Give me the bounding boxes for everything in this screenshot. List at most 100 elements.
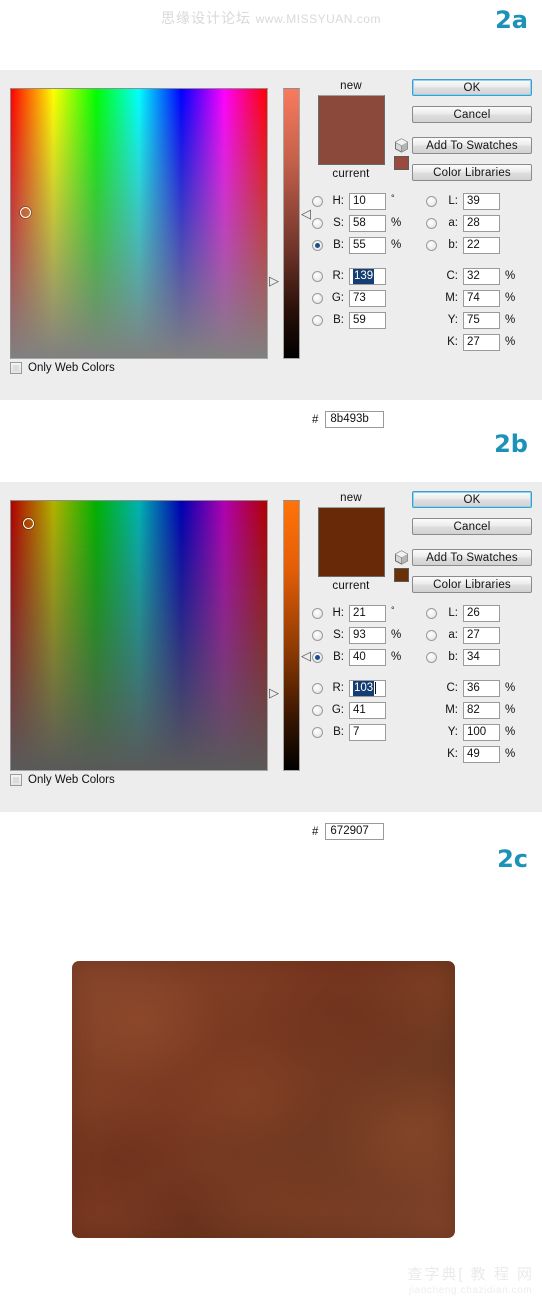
cancel-button-b[interactable]: Cancel <box>412 518 532 535</box>
brightness-slider-b[interactable] <box>283 500 300 771</box>
radio-l-b[interactable] <box>426 607 437 619</box>
brightness-slider-a[interactable] <box>283 88 300 359</box>
input-r-b[interactable]: 103 <box>349 679 386 697</box>
input-y-b[interactable]: 100 <box>463 723 500 741</box>
field-row-c-b[interactable]: C: 36 % <box>426 677 515 699</box>
radio-b-b[interactable] <box>312 651 323 663</box>
input-h-b[interactable]: 21 <box>349 604 386 622</box>
input-s-a[interactable]: 58 <box>349 214 386 232</box>
field-row-blab-a[interactable]: b: 22 <box>426 234 515 256</box>
radio-g-b[interactable] <box>312 704 323 716</box>
radio-g-a[interactable] <box>312 292 323 304</box>
web-safe-cube-icon-a[interactable] <box>394 138 409 153</box>
input-alab-a[interactable]: 28 <box>463 214 500 232</box>
radio-blab-b[interactable] <box>426 651 437 663</box>
input-y-a[interactable]: 75 <box>463 311 500 329</box>
field-row-k-a[interactable]: K: 27 % <box>426 331 515 353</box>
color-field-b[interactable] <box>10 500 268 771</box>
field-row-g-a[interactable]: G: 73 <box>312 287 401 309</box>
color-field-a[interactable] <box>10 88 268 359</box>
radio-s-a[interactable] <box>312 217 323 229</box>
input-h-a[interactable]: 10 <box>349 192 386 210</box>
radio-h-a[interactable] <box>312 195 323 207</box>
radio-alab-b[interactable] <box>426 629 437 641</box>
field-row-blab-b[interactable]: b: 34 <box>426 646 515 668</box>
field-row-bb-a[interactable]: B: 59 <box>312 309 401 331</box>
web-safe-color-swatch-b[interactable] <box>393 568 409 582</box>
radio-blab-a[interactable] <box>426 239 437 251</box>
input-blab-b[interactable]: 34 <box>463 648 500 666</box>
new-color-swatch-a[interactable] <box>317 95 385 165</box>
radio-l-a[interactable] <box>426 195 437 207</box>
input-l-b[interactable]: 26 <box>463 604 500 622</box>
field-row-h-a[interactable]: H: 10 ° <box>312 190 401 212</box>
radio-h-b[interactable] <box>312 607 323 619</box>
input-c-b[interactable]: 36 <box>463 679 500 697</box>
field-row-alab-a[interactable]: a: 28 <box>426 212 515 234</box>
only-web-colors-checkbox-b[interactable] <box>10 774 22 786</box>
add-to-swatches-button-a[interactable]: Add To Swatches <box>412 137 532 154</box>
field-row-y-a[interactable]: Y: 75 % <box>426 309 515 331</box>
radio-alab-a[interactable] <box>426 217 437 229</box>
field-row-h-b[interactable]: H: 21 ° <box>312 602 401 624</box>
input-r-a[interactable]: 139 <box>349 267 386 285</box>
input-c-a[interactable]: 32 <box>463 267 500 285</box>
ok-button-a[interactable]: OK <box>412 79 532 96</box>
field-row-l-a[interactable]: L: 39 <box>426 190 515 212</box>
hex-input-b[interactable]: 672907 <box>325 823 385 840</box>
hex-hash-label-a: # <box>312 413 319 426</box>
slider-thumb-arrow-b[interactable]: ◁ <box>301 650 311 663</box>
label-c-a: C: <box>446 270 459 282</box>
web-safe-color-swatch-a[interactable] <box>393 156 409 170</box>
radio-bb-b[interactable] <box>312 726 323 738</box>
new-color-swatch-b[interactable] <box>317 507 385 577</box>
field-row-alab-b[interactable]: a: 27 <box>426 624 515 646</box>
field-row-s-b[interactable]: S: 93 % <box>312 624 401 646</box>
field-row-s-a[interactable]: S: 58 % <box>312 212 401 234</box>
only-web-colors-row-a[interactable]: Only Web Colors <box>10 362 115 374</box>
radio-bb-a[interactable] <box>312 314 323 326</box>
color-libraries-button-a[interactable]: Color Libraries <box>412 164 532 181</box>
only-web-colors-row-b[interactable]: Only Web Colors <box>10 774 115 786</box>
input-l-a[interactable]: 39 <box>463 192 500 210</box>
input-bb-b[interactable]: 7 <box>349 723 386 741</box>
radio-r-a[interactable] <box>312 270 323 282</box>
ok-button-b[interactable]: OK <box>412 491 532 508</box>
input-g-b[interactable]: 41 <box>349 701 386 719</box>
input-blab-a[interactable]: 22 <box>463 236 500 254</box>
web-safe-cube-icon-b[interactable] <box>394 550 409 565</box>
field-row-b-b[interactable]: B: 40 % <box>312 646 401 668</box>
only-web-colors-checkbox-a[interactable] <box>10 362 22 374</box>
input-k-b[interactable]: 49 <box>463 745 500 763</box>
input-k-a[interactable]: 27 <box>463 333 500 351</box>
field-row-m-b[interactable]: M: 82 % <box>426 699 515 721</box>
input-s-b[interactable]: 93 <box>349 626 386 644</box>
add-to-swatches-button-b[interactable]: Add To Swatches <box>412 549 532 566</box>
field-row-c-a[interactable]: C: 32 % <box>426 265 515 287</box>
color-field-gradient-b[interactable] <box>11 501 267 770</box>
field-row-m-a[interactable]: M: 74 % <box>426 287 515 309</box>
input-b-b[interactable]: 40 <box>349 648 386 666</box>
color-libraries-button-b[interactable]: Color Libraries <box>412 576 532 593</box>
field-row-k-b[interactable]: K: 49 % <box>426 743 515 765</box>
slider-thumb-arrow-a[interactable]: ◁ <box>301 208 311 221</box>
field-row-l-b[interactable]: L: 26 <box>426 602 515 624</box>
field-row-r-a[interactable]: R: 139 <box>312 265 401 287</box>
field-row-y-b[interactable]: Y: 100 % <box>426 721 515 743</box>
radio-s-b[interactable] <box>312 629 323 641</box>
input-bb-a[interactable]: 59 <box>349 311 386 329</box>
input-g-a[interactable]: 73 <box>349 289 386 307</box>
field-row-bb-b[interactable]: B: 7 <box>312 721 401 743</box>
input-m-b[interactable]: 82 <box>463 701 500 719</box>
color-field-gradient-a[interactable] <box>11 89 267 358</box>
field-row-g-b[interactable]: G: 41 <box>312 699 401 721</box>
field-row-b-a[interactable]: B: 55 % <box>312 234 401 256</box>
input-alab-b[interactable]: 27 <box>463 626 500 644</box>
field-row-r-b[interactable]: R: 103 <box>312 677 401 699</box>
input-m-a[interactable]: 74 <box>463 289 500 307</box>
hex-input-a[interactable]: 8b493b <box>325 411 385 428</box>
radio-b-a[interactable] <box>312 239 323 251</box>
radio-r-b[interactable] <box>312 682 323 694</box>
cancel-button-a[interactable]: Cancel <box>412 106 532 123</box>
input-b-a[interactable]: 55 <box>349 236 386 254</box>
